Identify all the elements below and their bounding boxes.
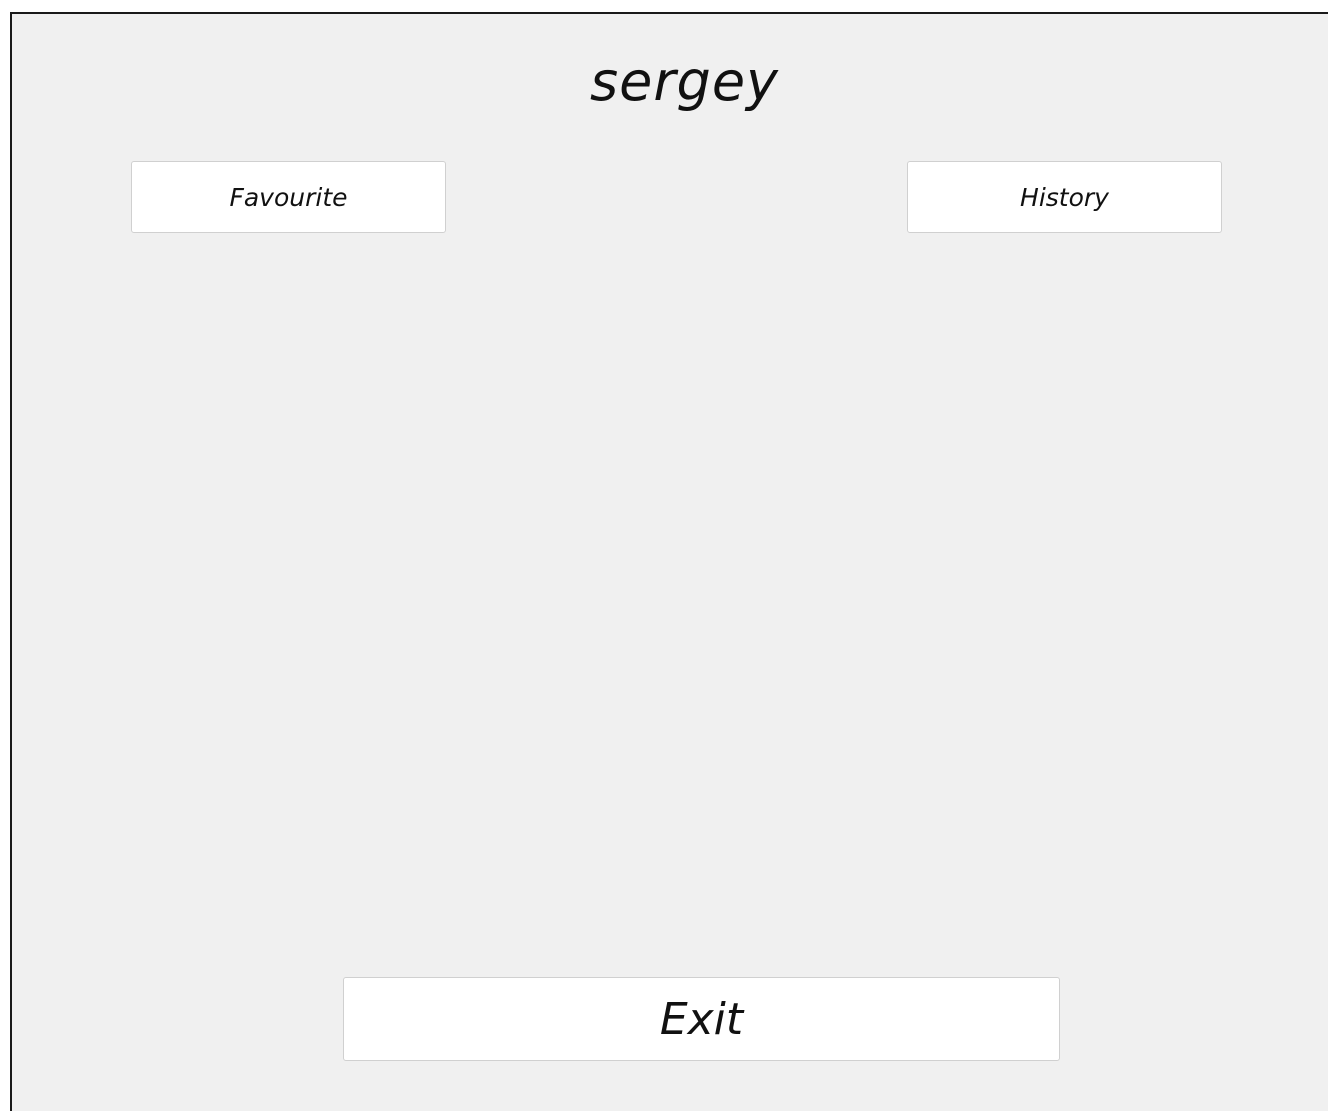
history-button[interactable]: History	[907, 161, 1222, 233]
history-button-label: History	[1020, 182, 1109, 212]
exit-button-label: Exit	[659, 993, 744, 1045]
favourite-button-label: Favourite	[229, 182, 348, 212]
app-window: sergey Favourite History Exit	[10, 12, 1328, 1111]
favourite-button[interactable]: Favourite	[131, 161, 446, 233]
username-title: sergey	[589, 50, 779, 113]
exit-button[interactable]: Exit	[343, 977, 1060, 1061]
